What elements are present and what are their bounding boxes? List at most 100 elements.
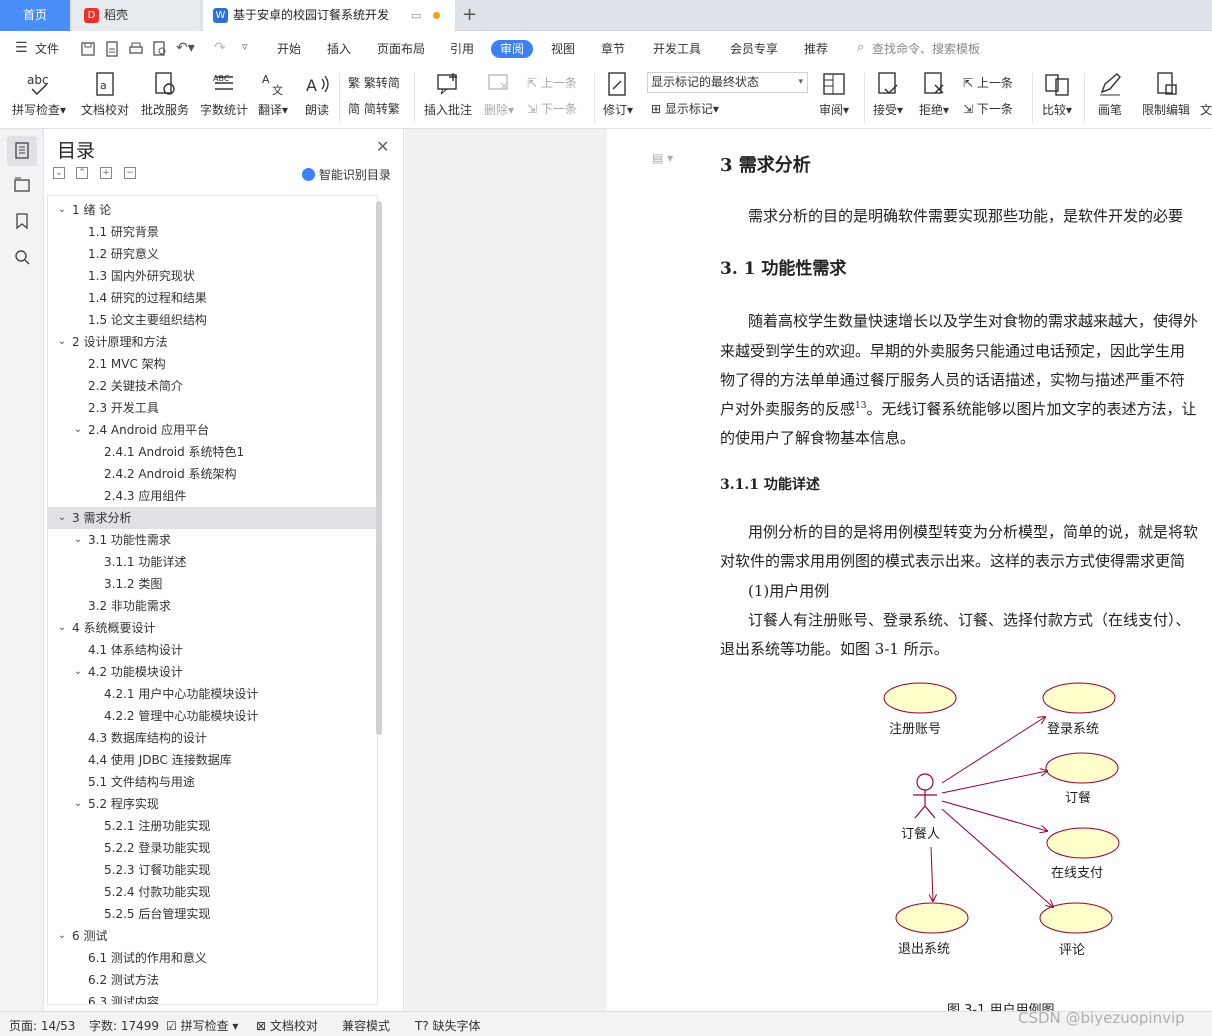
toc-item[interactable]: 6.1 测试的作用和意义 — [48, 947, 377, 969]
simp-to-trad-button[interactable]: 简 简转繁 — [348, 101, 400, 117]
delete-comment-button[interactable]: 删除▾ — [484, 71, 514, 118]
toc-item[interactable]: 4.2.1 用户中心功能模块设计 — [48, 683, 377, 705]
toc-item[interactable]: ⌄ 6 测试 — [48, 925, 377, 947]
monitor-icon[interactable]: ▭ — [411, 0, 421, 31]
toc-item[interactable]: 1.2 研究意义 — [48, 243, 377, 265]
toc-item[interactable]: 1.3 国内外研究现状 — [48, 265, 377, 287]
toc-item[interactable]: 2.4.1 Android 系统特色1 — [48, 441, 377, 463]
toc-item[interactable]: 2.3 开发工具 — [48, 397, 377, 419]
toc-item[interactable]: ⌄ 3.1 功能性需求 — [48, 529, 377, 551]
menu-review[interactable]: 审阅 — [491, 40, 534, 58]
prev-comment-button[interactable]: ⇱ 上一条 — [527, 75, 577, 91]
word-count-button[interactable]: ABC 字数统计 — [200, 71, 248, 118]
expand-chevron-icon[interactable]: ⌄ — [56, 925, 68, 947]
toc-item[interactable]: ⌄ 2 设计原理和方法 — [48, 331, 377, 353]
translate-button[interactable]: A文 翻译▾ — [258, 71, 288, 118]
doc-proof-button[interactable]: a 文档校对 — [81, 71, 129, 118]
toc-item[interactable]: ⌄ 1 绪 论 — [48, 199, 377, 221]
menu-member[interactable]: 会员专享 — [730, 40, 778, 58]
toc-item[interactable]: ⌄ 3 需求分析 — [48, 507, 377, 529]
more-dropdown-icon[interactable]: ▿ — [242, 40, 248, 53]
menu-layout[interactable]: 页面布局 — [377, 40, 425, 58]
save-icon[interactable] — [80, 41, 96, 57]
trad-to-simp-button[interactable]: 繁 繁转简 — [348, 75, 400, 91]
batch-service-button[interactable]: 批改服务 — [141, 71, 189, 118]
hamburger-icon[interactable]: ☰ — [15, 40, 28, 56]
word-count-status[interactable]: 字数: 17499 — [89, 1017, 159, 1034]
insert-comment-button[interactable]: 插入批注 — [424, 71, 472, 118]
toc-item[interactable]: 5.2.4 付款功能实现 — [48, 881, 377, 903]
reject-button[interactable]: 拒绝▾ — [919, 71, 949, 118]
toc-item[interactable]: ⌄ 2.4 Android 应用平台 — [48, 419, 377, 441]
toc-item[interactable]: 1.1 研究背景 — [48, 221, 377, 243]
add-heading-icon[interactable]: + — [100, 167, 112, 179]
toc-item[interactable]: 4.1 体系结构设计 — [48, 639, 377, 661]
toc-item[interactable]: 5.2.3 订餐功能实现 — [48, 859, 377, 881]
menu-insert[interactable]: 插入 — [327, 40, 351, 58]
toc-item[interactable]: 6.3 测试内容 — [48, 991, 377, 1004]
toc-item[interactable]: ⌄ 4 系统概要设计 — [48, 617, 377, 639]
print-preview-icon[interactable] — [152, 41, 168, 57]
redo-icon[interactable]: ↷ — [214, 40, 226, 56]
toc-item[interactable]: 5.1 文件结构与用途 — [48, 771, 377, 793]
expand-up-icon[interactable]: ⌃ — [76, 167, 88, 179]
toc-item[interactable]: 3.1.1 功能详述 — [48, 551, 377, 573]
page-indicator[interactable]: 页面: 14/53 — [9, 1017, 75, 1034]
menu-view[interactable]: 视图 — [551, 40, 575, 58]
spell-check-button[interactable]: abc 拼写检查▾ — [12, 71, 66, 118]
compare-button[interactable]: 比较▾ — [1042, 71, 1072, 118]
toc-item[interactable]: 1.4 研究的过程和结果 — [48, 287, 377, 309]
show-markup-button[interactable]: ⊞ 显示标记▾ — [651, 101, 719, 117]
toc-item[interactable]: 3.2 非功能需求 — [48, 595, 377, 617]
expand-chevron-icon[interactable]: ⌄ — [56, 331, 68, 353]
toc-item[interactable]: 6.2 测试方法 — [48, 969, 377, 991]
expand-chevron-icon[interactable]: ⌄ — [72, 793, 84, 815]
menu-developer[interactable]: 开发工具 — [653, 40, 701, 58]
toc-item[interactable]: ⌄ 4.2 功能模块设计 — [48, 661, 377, 683]
toc-item[interactable]: 2.4.2 Android 系统架构 — [48, 463, 377, 485]
expand-chevron-icon[interactable]: ⌄ — [72, 529, 84, 551]
toc-item[interactable]: 2.2 关键技术简介 — [48, 375, 377, 397]
expand-chevron-icon[interactable]: ⌄ — [72, 661, 84, 683]
toc-item[interactable]: ⌄ 5.2 程序实现 — [48, 793, 377, 815]
next-comment-button[interactable]: ⇲ 下一条 — [527, 101, 577, 117]
bookmark-icon[interactable] — [15, 213, 29, 229]
toc-nav-icon[interactable] — [7, 136, 37, 166]
toc-item[interactable]: 4.2.2 管理中心功能模块设计 — [48, 705, 377, 727]
restrict-edit-button[interactable]: 限制编辑 — [1142, 71, 1190, 118]
export-pdf-icon[interactable] — [104, 41, 120, 57]
find-icon[interactable] — [14, 249, 30, 265]
accept-button[interactable]: 接受▾ — [873, 71, 903, 118]
toc-item[interactable]: 4.3 数据库结构的设计 — [48, 727, 377, 749]
menu-recommend[interactable]: 推荐 — [804, 40, 828, 58]
paragraph-handle-icon[interactable]: ▤ ▾ — [652, 151, 673, 165]
markup-state-select[interactable]: 显示标记的最终状态 ▾ — [647, 72, 808, 93]
remove-heading-icon[interactable]: − — [124, 167, 136, 179]
track-changes-button[interactable]: 修订▾ — [603, 71, 633, 118]
doc-proof-status[interactable]: ⊠ 文档校对 — [256, 1017, 318, 1034]
chapter-nav-icon[interactable] — [14, 177, 30, 193]
toc-item[interactable]: 5.2.5 后台管理实现 — [48, 903, 377, 925]
missing-font-status[interactable]: T? 缺失字体 — [415, 1017, 481, 1034]
read-aloud-button[interactable]: A 朗读 — [304, 71, 330, 118]
toc-item[interactable]: 4.4 使用 JDBC 连接数据库 — [48, 749, 377, 771]
toc-item[interactable]: 3.1.2 类图 — [48, 573, 377, 595]
tab-document[interactable]: W 基于安卓的校园订餐系统开发 ▭ — [203, 0, 455, 31]
new-tab-icon[interactable]: + — [462, 4, 477, 25]
spell-check-status[interactable]: ☑ 拼写检查 ▾ — [166, 1017, 238, 1034]
toc-item[interactable]: 2.4.3 应用组件 — [48, 485, 377, 507]
toc-item[interactable]: 5.2.2 登录功能实现 — [48, 837, 377, 859]
smart-toc-button[interactable]: 智能识别目录 — [302, 166, 391, 183]
expand-chevron-icon[interactable]: ⌄ — [56, 199, 68, 221]
command-search[interactable]: 查找命令、搜索模板 — [872, 40, 980, 58]
pen-button[interactable]: 画笔 — [1097, 71, 1123, 118]
next-change-button[interactable]: ⇲ 下一条 — [963, 101, 1013, 117]
expand-chevron-icon[interactable]: ⌄ — [56, 617, 68, 639]
toc-scrollbar[interactable] — [376, 201, 382, 735]
menu-chapter[interactable]: 章节 — [601, 40, 625, 58]
toc-item[interactable]: 5.2.1 注册功能实现 — [48, 815, 377, 837]
prev-change-button[interactable]: ⇱ 上一条 — [963, 75, 1013, 91]
doc-cut-button[interactable]: 文 — [1200, 71, 1212, 118]
close-icon[interactable]: ✕ — [376, 137, 389, 156]
expand-chevron-icon[interactable]: ⌄ — [72, 419, 84, 441]
